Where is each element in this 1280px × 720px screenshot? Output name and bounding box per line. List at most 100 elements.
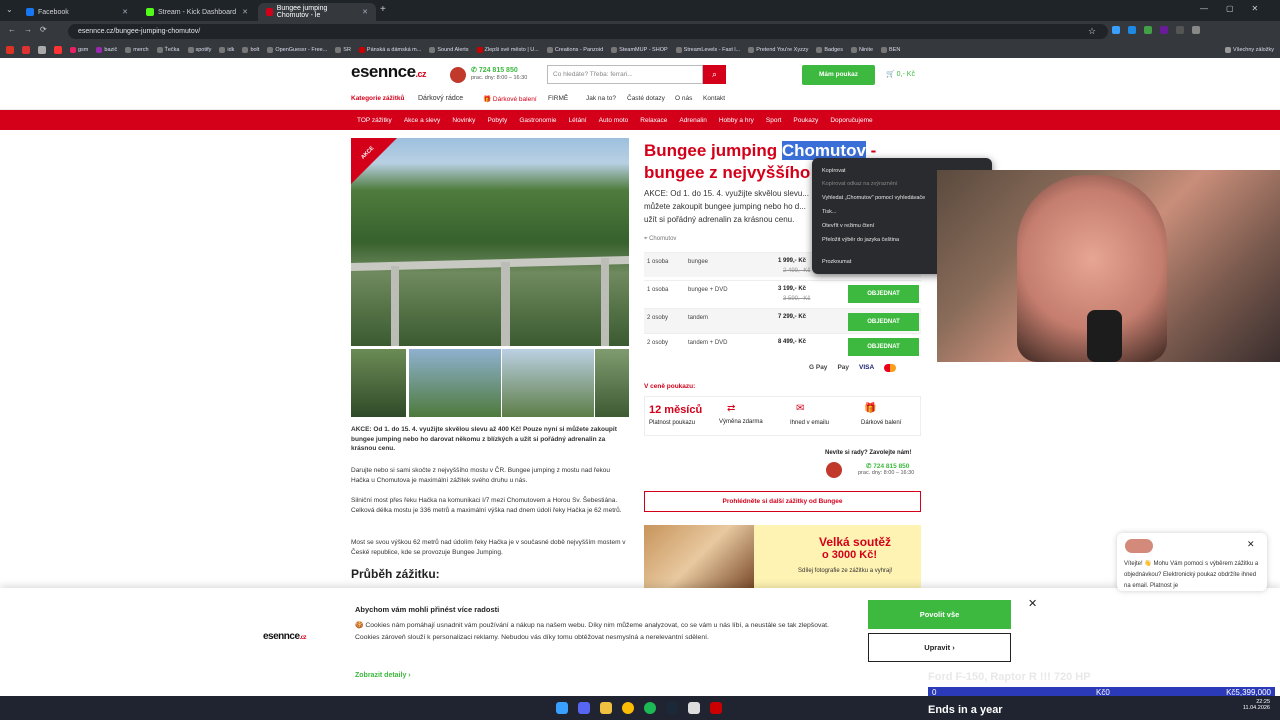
category-item[interactable]: Létání — [569, 117, 587, 124]
chrome-icon — [622, 702, 634, 714]
cookie-title: Abychom vám mohli přinést více radosti — [355, 605, 500, 614]
category-item[interactable]: Novinky — [452, 117, 475, 124]
order-button[interactable]: OBJEDNAT — [848, 338, 919, 356]
nav-company[interactable]: FIRMĚ — [548, 95, 568, 102]
bookmark-item[interactable]: idk — [219, 47, 234, 53]
nav-categories[interactable]: Kategorie zážitků — [351, 95, 404, 102]
bookmark-item[interactable]: Pretend You're Xyzzy — [748, 47, 808, 53]
bookmark-item[interactable]: StreamLevels - Fast l... — [675, 47, 740, 53]
nav-about[interactable]: O nás — [675, 95, 692, 102]
bookmark-item[interactable]: Sound Alerts — [429, 47, 469, 53]
bookmark-item[interactable]: spotify — [187, 47, 211, 53]
menu-item-copy-link[interactable]: Kopírovat odkaz na zvýraznění — [822, 181, 898, 187]
taskbar-apps[interactable] — [556, 702, 722, 714]
nav-gift-wrap[interactable]: 🎁 Dárkové balení — [483, 95, 537, 103]
tab-facebook[interactable]: Facebook ✕ — [18, 3, 136, 21]
nav-faq[interactable]: Časté dotazy — [627, 95, 665, 102]
chat-message: Vítejte! 👋 Mohu Vám pomoci s výběrem záž… — [1124, 561, 1259, 589]
search-icon: ⌕ — [711, 69, 718, 79]
bookmark-item[interactable]: Creations - Panzoid — [546, 47, 603, 53]
close-icon[interactable]: ✕ — [242, 8, 248, 16]
gallery-thumb[interactable] — [409, 349, 501, 417]
close-icon[interactable]: ✕ — [122, 8, 128, 16]
nav-howto[interactable]: Jak na to? — [586, 95, 616, 102]
bookmark-item[interactable]: bolt — [242, 47, 259, 53]
category-item[interactable]: Adrenalin — [679, 117, 706, 124]
window-controls[interactable]: —▢✕ — [1200, 4, 1276, 13]
nav-buttons[interactable]: ←→⟳ — [8, 25, 55, 34]
gallery-thumb[interactable] — [502, 349, 594, 417]
app-icon — [688, 702, 700, 714]
close-icon[interactable]: ✕ — [1028, 597, 1037, 610]
order-button[interactable]: OBJEDNAT — [848, 285, 919, 303]
gallery-thumb[interactable] — [595, 349, 629, 417]
tab-search-icon[interactable]: ⌄ — [6, 5, 13, 14]
taskbar: 22:25 11.04.2026 — [0, 696, 1280, 720]
tab-esennce[interactable]: Bungee jumping Chomutov - le ✕ — [258, 3, 376, 21]
app-icon — [710, 702, 722, 714]
allow-all-button[interactable]: Povolit vše — [868, 600, 1011, 629]
close-icon[interactable]: ✕ — [362, 8, 368, 16]
category-item[interactable]: Gastronomie — [519, 117, 556, 124]
menu-item-print[interactable]: Tisk... — [822, 209, 836, 215]
bookmark-item[interactable]: Ninite — [850, 47, 873, 53]
tab-kick[interactable]: Stream - Kick Dashboard ✕ — [138, 3, 256, 21]
bookmark-item[interactable]: Badges — [816, 47, 843, 53]
gallery-thumb[interactable] — [351, 349, 406, 417]
order-button[interactable]: OBJEDNAT — [848, 313, 919, 331]
bookmark-item[interactable]: BEN — [881, 47, 900, 53]
cookie-icon: 🍪 — [355, 622, 364, 629]
voucher-button[interactable]: Mám poukaz — [802, 65, 875, 85]
site-logo[interactable]: esennce.cz — [351, 62, 427, 82]
cart-button[interactable]: 🛒 0,- Kč — [886, 70, 915, 78]
category-item[interactable]: Akce a slevy — [404, 117, 441, 124]
menu-item-translate[interactable]: Přeložit výběr do jazyka čeština — [822, 237, 899, 243]
promo-image — [644, 525, 754, 588]
cookie-details-link[interactable]: Zobrazit detaily › — [355, 672, 411, 679]
category-item[interactable]: Sport — [766, 117, 782, 124]
promo-banner[interactable]: Velká soutěž o 3000 Kč! Sdílej fotografi… — [644, 525, 921, 588]
category-item[interactable]: Poukazy — [793, 117, 818, 124]
bookmark-item[interactable]: bazič — [96, 47, 117, 53]
all-bookmarks[interactable]: Všechny záložky — [1225, 47, 1274, 53]
url-bar[interactable]: esennce.cz/bungee-jumping-chomutov/ — [68, 24, 1108, 39]
category-item[interactable]: Doporučujeme — [830, 117, 872, 124]
edit-cookies-button[interactable]: Upravit › — [868, 633, 1011, 662]
bookmark-item[interactable]: Ťečka — [156, 47, 180, 53]
category-item[interactable]: Relaxace — [640, 117, 667, 124]
tab-title: Facebook — [38, 8, 69, 16]
menu-item-reader[interactable]: Otevřít v režimu čtení — [822, 223, 874, 229]
category-item[interactable]: TOP zážitky — [357, 117, 392, 124]
clock[interactable]: 22:25 11.04.2026 — [1243, 699, 1270, 711]
bookmark-item[interactable]: SteamMUP - SHOP — [611, 47, 668, 53]
star-icon[interactable]: ☆ — [1088, 26, 1096, 37]
category-bar: TOP zážitky Akce a slevy Novinky Pobyty … — [0, 110, 1280, 130]
visa-icon: VISA — [859, 364, 875, 371]
sale-ribbon — [351, 138, 397, 184]
new-tab-button[interactable]: + — [380, 4, 386, 15]
nav-gift-advisor[interactable]: Dárkový rádce — [418, 95, 463, 102]
category-item[interactable]: Auto moto — [599, 117, 629, 124]
extensions[interactable] — [1112, 26, 1200, 34]
chat-widget[interactable]: ✕ Vítejte! 👋 Mohu Vám pomoci s výběrem z… — [1117, 533, 1267, 591]
category-item[interactable]: Hobby a hry — [719, 117, 754, 124]
phone-icon: ✆ 724 815 850 — [471, 67, 518, 74]
bookmarks-bar: gsm bazič merch Ťečka spotify idk bolt O… — [0, 42, 1280, 58]
menu-item-inspect[interactable]: Prozkoumat — [822, 259, 851, 265]
category-item[interactable]: Pobyty — [487, 117, 507, 124]
bookmark-item[interactable]: gsm — [70, 47, 88, 53]
nav-contact[interactable]: Kontakt — [703, 95, 725, 102]
search-input[interactable]: Co hledáte? Třeba: ferrari... — [547, 65, 703, 84]
more-experiences-button[interactable]: Prohlédněte si další zážitky od Bungee — [644, 491, 921, 512]
bookmark-item[interactable]: Pánská a dámská m... — [358, 47, 421, 53]
search-button[interactable]: ⌕ — [703, 65, 726, 84]
price-row: 2 osoby tandem 7 299,- Kč OBJEDNAT — [644, 308, 921, 333]
menu-item-copy[interactable]: Kopírovat — [822, 168, 846, 174]
close-icon[interactable]: ✕ — [1247, 539, 1255, 550]
bookmark-item[interactable]: Zlepši své město | U... — [476, 47, 539, 53]
phone: ✆ 724 815 850 — [866, 463, 910, 470]
bookmark-item[interactable]: merch — [125, 47, 149, 53]
menu-item-search[interactable]: Vyhledat „Chomutov" pomocí vyhledávače — [822, 195, 925, 201]
bookmark-item[interactable]: SR — [335, 47, 351, 53]
bookmark-item[interactable]: OpenGuessr - Free... — [267, 47, 327, 53]
